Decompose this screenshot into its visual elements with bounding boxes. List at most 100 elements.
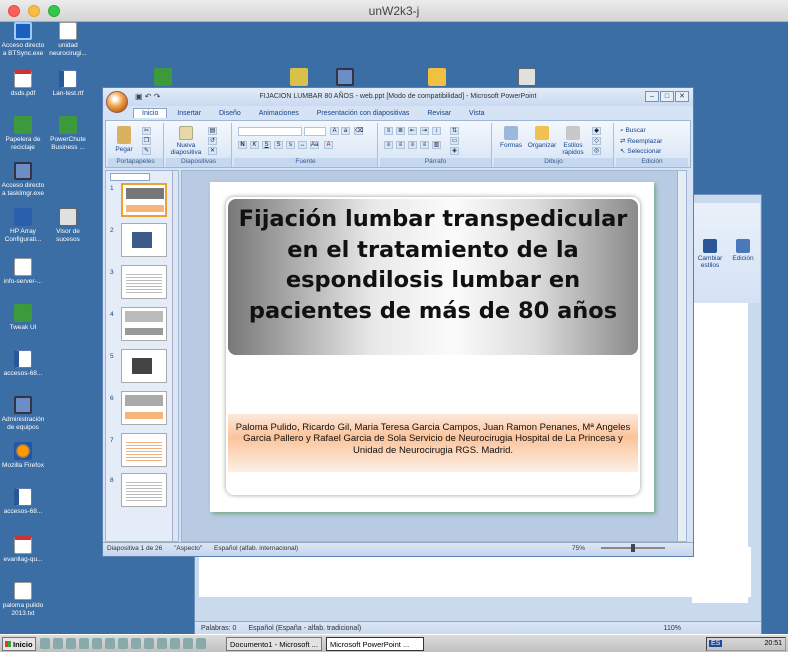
smartart-icon[interactable]: ◈ (450, 147, 459, 155)
word-edicion-button[interactable]: Edición (729, 239, 757, 262)
underline-icon[interactable]: S (262, 141, 271, 149)
quicklaunch-extra-icon[interactable] (196, 638, 206, 649)
tab-vista[interactable]: Vista (461, 109, 492, 118)
language-bar[interactable]: ES (709, 640, 723, 647)
quicklaunch-word2-icon[interactable] (131, 638, 141, 649)
desktop-icon-hidden-4[interactable] (414, 68, 460, 88)
desktop-icon-tweakui[interactable]: Tweak UI (0, 304, 46, 332)
thumbnail-slide-4[interactable] (121, 307, 167, 341)
zoom-slider-thumb[interactable] (631, 544, 635, 552)
seleccionar-button[interactable]: ↖ Seleccionar (620, 147, 661, 155)
quicklaunch-calc-icon[interactable] (183, 638, 193, 649)
shadow-icon[interactable]: s (286, 141, 295, 149)
desktop-icon-paloma-txt[interactable]: paloma pulido 2013.txt (0, 582, 46, 617)
undo-icon[interactable]: ↶ (145, 92, 152, 101)
desktop-icon-hidden-5[interactable] (504, 68, 550, 88)
desktop-icon-powerchute[interactable]: PowerChute Business ... (45, 116, 91, 151)
zoom-level[interactable]: 75% (572, 545, 585, 552)
slide-vertical-scrollbar[interactable] (677, 171, 686, 541)
shape-outline-icon[interactable]: ◇ (592, 137, 601, 145)
tab-insertar[interactable]: Insertar (169, 109, 209, 118)
tab-diseno[interactable]: Diseño (211, 109, 249, 118)
desktop-icon-accesos-1[interactable]: accesos-68... (0, 350, 46, 378)
desktop-icon-admin-equipos[interactable]: Administración de equipos (0, 396, 46, 431)
desktop-icon-recycle-bin[interactable]: Papelera de reciclaje (0, 116, 46, 151)
slide-title[interactable]: Fijación lumbar transpedicular en el tra… (230, 204, 636, 326)
increase-indent-icon[interactable]: ⇥ (420, 127, 429, 135)
cambiar-estilos-button[interactable]: Cambiar estilos (697, 239, 723, 269)
thumbnail-slide-7[interactable] (121, 433, 167, 467)
desktop-icon-lan-test[interactable]: Lan-test.rtf (45, 70, 91, 98)
cut-icon[interactable]: ✂ (142, 127, 151, 135)
justify-icon[interactable]: ≡ (420, 141, 429, 149)
desktop-icon-hidden-1[interactable] (140, 68, 186, 88)
numbering-icon[interactable]: ≣ (396, 127, 405, 135)
desktop-icon-hidden-3[interactable] (322, 68, 368, 88)
change-case-icon[interactable]: Aa (310, 141, 319, 149)
desktop-icon-btsync[interactable]: Acceso directo a BTSync.exe (0, 22, 46, 57)
font-family-select[interactable] (238, 127, 302, 136)
thumbnail-slide-3[interactable] (121, 265, 167, 299)
buscar-button[interactable]: ⌕ Buscar (620, 127, 646, 135)
shrink-font-icon[interactable]: a (341, 127, 350, 135)
text-direction-icon[interactable]: ⇅ (450, 127, 459, 135)
restore-icon[interactable]: □ (660, 91, 674, 102)
taskbar-item-powerpoint[interactable]: Microsoft PowerPoint ... (326, 637, 424, 651)
paste-button[interactable]: Pegar (112, 126, 136, 153)
quicklaunch-word-icon[interactable] (66, 638, 76, 649)
quicklaunch-excel2-icon[interactable] (170, 638, 180, 649)
thumbnail-slide-1[interactable] (121, 183, 167, 217)
new-slide-button[interactable]: Nueva diapositiva (170, 126, 202, 156)
thumbnail-slide-8[interactable] (121, 473, 167, 507)
organizar-button[interactable]: Organizar (526, 126, 558, 149)
tab-animaciones[interactable]: Animaciones (251, 109, 307, 118)
slide-edit-area[interactable]: Fijación lumbar transpedicular en el tra… (181, 170, 687, 542)
desktop-icon-info-server[interactable]: info-server-... (0, 258, 46, 286)
estilos-rapidos-button[interactable]: Estilos rápidos (558, 126, 588, 156)
thumbnail-slide-2[interactable] (121, 223, 167, 257)
align-text-icon[interactable]: ▭ (450, 137, 459, 145)
grow-font-icon[interactable]: A (330, 127, 339, 135)
thumbnail-slide-6[interactable] (121, 391, 167, 425)
tab-revisar[interactable]: Revisar (419, 109, 459, 118)
quicklaunch-acrobat-icon[interactable] (157, 638, 167, 649)
redo-icon[interactable]: ↷ (154, 92, 161, 101)
quicklaunch-folder-icon[interactable] (40, 638, 50, 649)
quicklaunch-cmd-icon[interactable] (118, 638, 128, 649)
strikethrough-icon[interactable]: S (274, 141, 283, 149)
line-spacing-icon[interactable]: ↕ (432, 127, 441, 135)
word-language[interactable]: Español (España - alfab. tradicional) (248, 625, 361, 632)
font-color-icon[interactable]: A (324, 141, 333, 149)
tab-presentacion[interactable]: Presentación con diapositivas (309, 109, 418, 118)
align-right-icon[interactable]: ≡ (408, 141, 417, 149)
quicklaunch-ppt-icon[interactable] (144, 638, 154, 649)
format-painter-icon[interactable]: ✎ (142, 147, 151, 155)
font-size-select[interactable] (304, 127, 326, 136)
quicklaunch-ie-icon[interactable] (53, 638, 63, 649)
columns-icon[interactable]: ▥ (432, 141, 441, 149)
decrease-indent-icon[interactable]: ⇤ (408, 127, 417, 135)
minimize-icon[interactable]: – (645, 91, 659, 102)
desktop-icon-hp-array[interactable]: HP Array Configurati... (0, 208, 46, 243)
layout-icon[interactable]: ▤ (208, 127, 217, 135)
zoom-slider[interactable] (601, 544, 665, 552)
align-left-icon[interactable]: ≡ (384, 141, 393, 149)
bullets-icon[interactable]: ≡ (384, 127, 393, 135)
tab-inicio[interactable]: Inicio (133, 108, 168, 118)
slide-subtitle[interactable]: Paloma Pulido, Ricardo Gil, Maria Teresa… (230, 422, 636, 456)
close-icon[interactable]: ✕ (675, 91, 689, 102)
word-zoom[interactable]: 110% (664, 625, 681, 632)
reemplazar-button[interactable]: ⇄ Reemplazar (620, 137, 662, 145)
formas-button[interactable]: Formas (496, 126, 526, 149)
start-button[interactable]: Inicio (2, 637, 36, 651)
quicklaunch-chrome-icon[interactable] (79, 638, 89, 649)
quicklaunch-firefox-icon[interactable] (92, 638, 102, 649)
desktop-icon-evanllag[interactable]: evanllag-qu... (0, 536, 46, 564)
taskbar-item-word[interactable]: Documento1 - Microsoft ... (226, 637, 322, 651)
spacing-icon[interactable]: ↔ (298, 141, 307, 149)
current-slide[interactable]: Fijación lumbar transpedicular en el tra… (210, 182, 654, 512)
align-center-icon[interactable]: ≡ (396, 141, 405, 149)
desktop-icon-firefox[interactable]: Mozilla Firefox (0, 442, 46, 470)
desktop-icon-dsds[interactable]: dsds.pdf (0, 70, 46, 98)
thumbnail-tabs[interactable] (110, 173, 150, 181)
